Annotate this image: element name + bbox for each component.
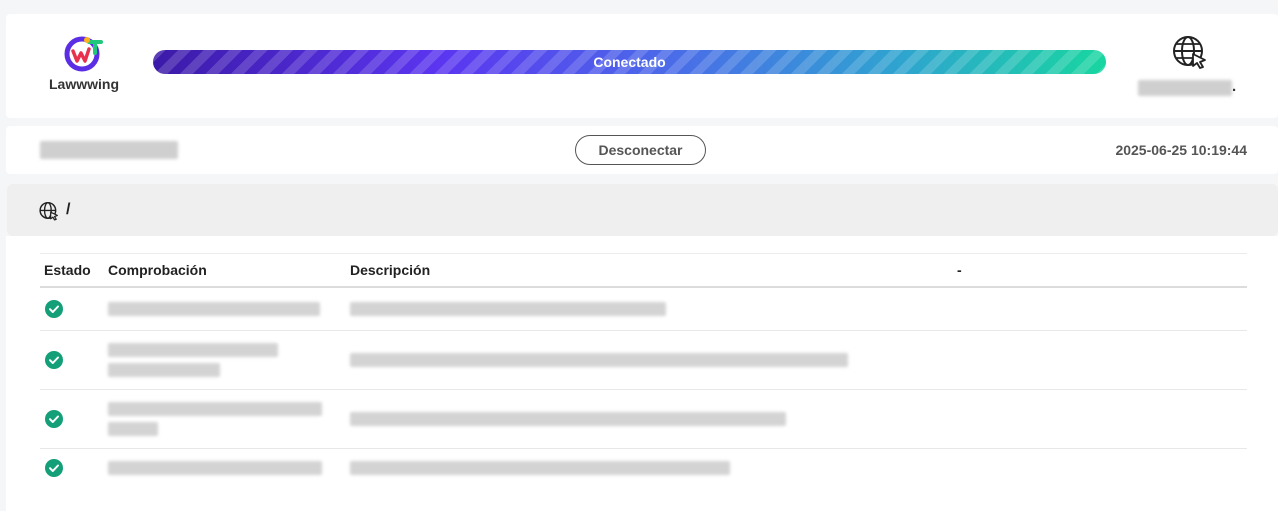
redacted-text [350, 302, 666, 316]
column-header-check: Comprobación [104, 253, 346, 288]
extra-cell [953, 330, 1247, 390]
brand-name: Lawwwing [49, 76, 119, 92]
check-cell [104, 449, 346, 488]
user-name-redacted[interactable] [1138, 80, 1232, 96]
connection-timestamp: 2025-06-25 10:19:44 [1115, 142, 1247, 158]
brand[interactable]: Lawwwing [40, 33, 128, 92]
check-circle-icon [45, 459, 63, 477]
user-suffix: . [1232, 78, 1237, 95]
redacted-text [108, 302, 320, 316]
check-circle-icon [45, 351, 63, 369]
redacted-text [350, 412, 786, 426]
redacted-text [108, 343, 278, 357]
description-cell [346, 449, 953, 488]
status-cell [40, 287, 104, 331]
table-row [40, 389, 1247, 449]
connection-status-label: Conectado [593, 54, 666, 70]
description-cell [346, 287, 953, 331]
disconnect-button[interactable]: Desconectar [575, 135, 706, 165]
status-cell [40, 330, 104, 390]
status-cell [40, 389, 104, 449]
status-cell [40, 449, 104, 488]
lawwwing-logo-icon [64, 36, 103, 72]
extra-cell [953, 389, 1247, 449]
globe-cursor-icon [39, 201, 58, 221]
site-url-redacted [40, 141, 178, 159]
redacted-text [350, 353, 848, 367]
check-circle-icon [45, 410, 63, 428]
extra-cell [953, 449, 1247, 488]
check-cell [104, 330, 346, 390]
extra-cell [953, 287, 1247, 331]
redacted-text [108, 363, 220, 377]
table-header-row: Estado Comprobación Descripción - [40, 253, 1247, 288]
check-cell [104, 389, 346, 449]
checks-table: Estado Comprobación Descripción - [40, 253, 1247, 487]
path-bar [7, 184, 1278, 236]
globe-cursor-icon[interactable] [1172, 35, 1208, 69]
redacted-text [108, 422, 158, 436]
check-cell [104, 287, 346, 331]
description-cell [346, 330, 953, 390]
table-row [40, 449, 1247, 488]
description-cell [346, 389, 953, 449]
connection-status-bar: Conectado [153, 50, 1106, 74]
redacted-text [108, 461, 322, 475]
column-header-state: Estado [40, 253, 104, 288]
redacted-text [108, 402, 322, 416]
redacted-text [350, 461, 730, 475]
table-row [40, 287, 1247, 331]
current-path: / [66, 201, 71, 218]
column-header-extra: - [953, 253, 1247, 288]
check-circle-icon [45, 300, 63, 318]
column-header-description: Descripción [346, 253, 953, 288]
table-row [40, 330, 1247, 390]
